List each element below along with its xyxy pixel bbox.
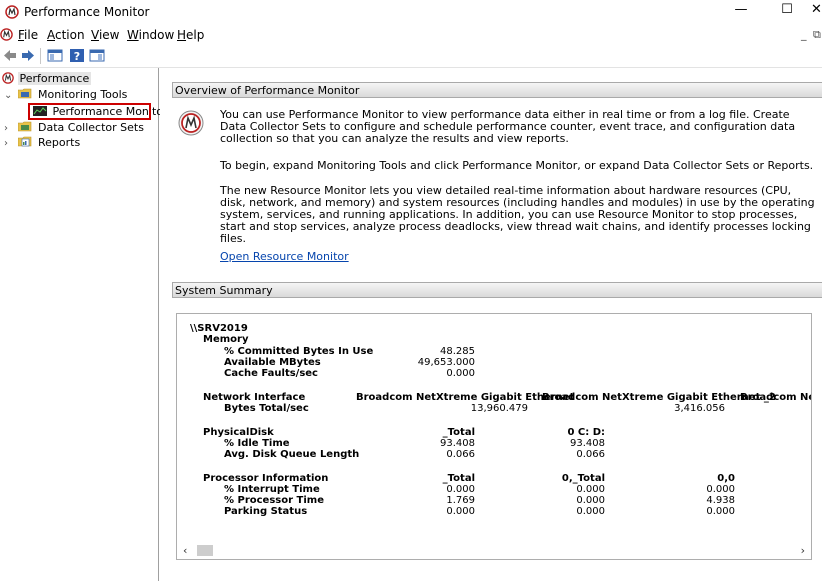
counter-name: % Committed Bytes In Use <box>224 346 374 357</box>
counter-value: 3,416.056 <box>674 403 725 414</box>
folder-icon <box>17 136 31 147</box>
overview-paragraph-1: You can use Performance Monitor to view … <box>220 108 796 145</box>
toolbar: ? <box>0 45 822 68</box>
scroll-right-icon[interactable]: › <box>801 544 805 557</box>
menu-bar: File Action View Window Help _ ⧉ <box>0 25 822 45</box>
mdi-restore-button[interactable]: ⧉ <box>813 28 821 42</box>
open-resource-monitor-link[interactable]: Open Resource Monitor <box>220 250 349 263</box>
tree-item-reports[interactable]: › Reports <box>4 135 80 150</box>
svg-text:?: ? <box>74 50 80 63</box>
counter-name: Bytes Total/sec <box>224 403 309 414</box>
column-header: Broadcom NetX <box>740 392 811 403</box>
minimize-button[interactable]: — <box>731 2 751 17</box>
menu-window[interactable]: Window <box>127 28 174 42</box>
console-tree: Performance ⌄ Monitoring Tools Performan… <box>0 68 168 581</box>
window-title: Performance Monitor <box>24 5 150 19</box>
counter-name: Available MBytes <box>224 357 321 368</box>
menu-action[interactable]: Action <box>47 28 85 42</box>
perfmon-overview-icon <box>178 110 204 136</box>
counter-value: 93.408 <box>440 438 475 449</box>
chevron-right-icon[interactable]: › <box>4 136 14 151</box>
counter-value: 1.769 <box>446 495 475 506</box>
counter-value: 0.000 <box>446 506 475 517</box>
menu-view[interactable]: View <box>91 28 119 42</box>
counter-value: 0.000 <box>446 484 475 495</box>
counter-name: Cache Faults/sec <box>224 368 318 379</box>
mdi-minimize-button[interactable]: _ <box>801 28 807 41</box>
scrollbar-thumb[interactable] <box>197 545 213 556</box>
counter-value: 0.000 <box>446 368 475 379</box>
counter-value: 0.000 <box>576 495 605 506</box>
tree-label-monitoring-tools: Monitoring Tools <box>38 88 128 101</box>
horizontal-scrollbar[interactable]: ‹ › <box>177 542 811 559</box>
network-interface-label: Network Interface <box>203 392 306 403</box>
counter-name: Parking Status <box>224 506 308 517</box>
counter-name: % Interrupt Time <box>224 484 320 495</box>
counter-name: % Processor Time <box>224 495 324 506</box>
counter-value: 0.066 <box>446 449 475 460</box>
close-button[interactable]: ✕ <box>811 2 822 17</box>
column-header: 0,_Total <box>561 473 605 484</box>
processor-information-label: Processor Information <box>203 473 329 484</box>
toolbar-separator <box>40 48 41 64</box>
help-icon[interactable]: ? <box>69 48 85 63</box>
perfmon-icon <box>2 72 14 84</box>
mdi-app-icon[interactable] <box>0 28 13 41</box>
counter-value: 93.408 <box>570 438 605 449</box>
tree-label-data-collector-sets: Data Collector Sets <box>38 121 144 134</box>
tree-item-data-collector-sets[interactable]: › Data Collector Sets <box>4 120 144 135</box>
menu-help[interactable]: Help <box>177 28 204 42</box>
tree-item-monitoring-tools[interactable]: ⌄ Monitoring Tools <box>4 87 127 102</box>
counter-value: 48.285 <box>440 346 475 357</box>
system-summary-panel: \\SRV2019 Memory % Committed Bytes In Us… <box>176 313 812 560</box>
counter-value: 0.000 <box>706 484 735 495</box>
overview-header: Overview of Performance Monitor <box>172 82 822 98</box>
counter-value: 13,960.479 <box>470 403 528 414</box>
maximize-button[interactable]: ☐ <box>777 2 797 17</box>
counter-value: 0.000 <box>576 484 605 495</box>
counter-value: 4.938 <box>706 495 735 506</box>
scroll-left-icon[interactable]: ‹ <box>183 544 187 557</box>
folder-icon <box>17 121 31 132</box>
column-header: _Total <box>442 427 475 438</box>
column-header: 0 C: D: <box>567 427 605 438</box>
chevron-right-icon[interactable]: › <box>4 121 14 136</box>
server-name: \\SRV2019 <box>190 323 248 334</box>
tree-label-performance: Performance <box>17 72 92 85</box>
memory-label: Memory <box>203 334 249 345</box>
counter-value: 0.066 <box>576 449 605 460</box>
physical-disk-label: PhysicalDisk <box>203 427 274 438</box>
tree-item-performance[interactable]: Performance <box>2 71 92 86</box>
system-summary-header: System Summary <box>172 282 822 298</box>
title-bar: Performance Monitor — ☐ ✕ <box>0 0 822 24</box>
column-header: 0,0 <box>717 473 735 484</box>
perfmon-app-icon <box>5 5 19 19</box>
counter-value: 0.000 <box>576 506 605 517</box>
chevron-down-icon[interactable]: ⌄ <box>4 88 14 103</box>
back-arrow-icon[interactable] <box>2 48 18 63</box>
counter-name: % Idle Time <box>224 438 290 449</box>
details-pane: Overview of Performance Monitor You can … <box>160 68 822 581</box>
selection-highlight-box <box>28 103 151 120</box>
counter-value: 49,653.000 <box>417 357 475 368</box>
counter-value: 0.000 <box>706 506 735 517</box>
counter-name: Avg. Disk Queue Length <box>224 449 360 460</box>
overview-paragraph-3: The new Resource Monitor lets you view d… <box>220 184 815 245</box>
column-header: _Total <box>442 473 475 484</box>
tree-label-reports: Reports <box>38 136 81 149</box>
show-hide-action-pane-icon[interactable] <box>89 48 105 63</box>
overview-paragraph-2: To begin, expand Monitoring Tools and cl… <box>220 159 814 172</box>
folder-icon <box>17 88 31 99</box>
show-hide-console-tree-icon[interactable] <box>47 48 63 63</box>
forward-arrow-icon[interactable] <box>20 48 36 63</box>
menu-file[interactable]: File <box>18 28 38 42</box>
